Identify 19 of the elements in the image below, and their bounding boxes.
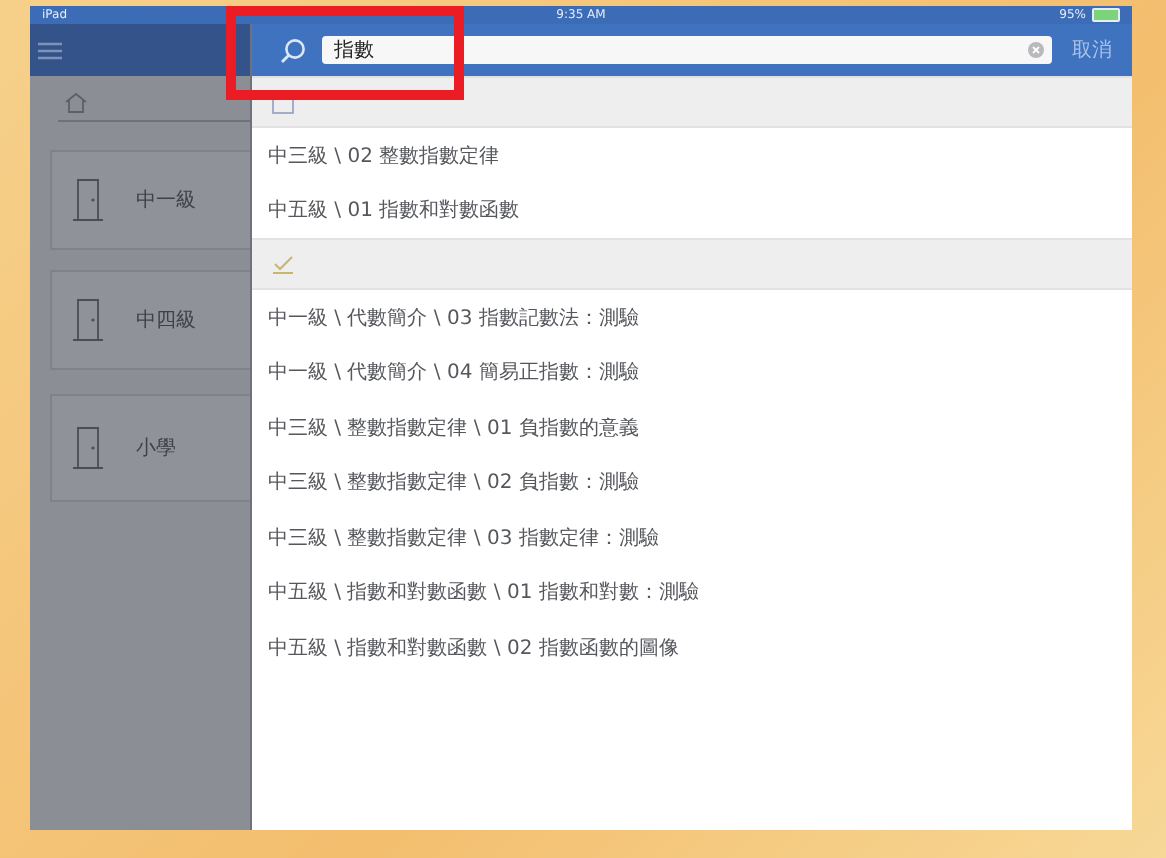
search-field[interactable]: 指數 <box>322 36 1052 64</box>
search-icon <box>280 37 306 63</box>
result-item[interactable]: 中五級 \ 指數和對數函數 \ 02 指數函數的圖像 <box>252 620 1132 675</box>
door-icon <box>72 426 104 470</box>
result-item[interactable]: 中一級 \ 代數簡介 \ 03 指數記數法：測驗 <box>252 290 1132 345</box>
result-item[interactable]: 中三級 \ 整數指數定律 \ 02 負指數：測驗 <box>252 455 1132 510</box>
checkmark-icon <box>272 254 294 274</box>
result-item[interactable]: 中五級 \ 01 指數和對數函數 <box>252 183 1132 238</box>
door-icon <box>72 298 104 342</box>
home-icon <box>64 91 88 113</box>
battery-icon <box>1092 8 1120 22</box>
result-item[interactable]: 中三級 \ 02 整數指數定律 <box>252 128 1132 183</box>
clear-icon[interactable] <box>1028 42 1044 58</box>
door-icon <box>72 178 104 222</box>
result-item[interactable]: 中一級 \ 代數簡介 \ 04 簡易正指數：測驗 <box>252 345 1132 400</box>
result-item[interactable]: 中五級 \ 指數和對數函數 \ 01 指數和對數：測驗 <box>252 565 1132 620</box>
result-item[interactable]: 中三級 \ 整數指數定律 \ 01 負指數的意義 <box>252 400 1132 455</box>
result-item[interactable]: 中三級 \ 整數指數定律 \ 03 指數定律：測驗 <box>252 510 1132 565</box>
menu-icon[interactable] <box>38 41 62 59</box>
